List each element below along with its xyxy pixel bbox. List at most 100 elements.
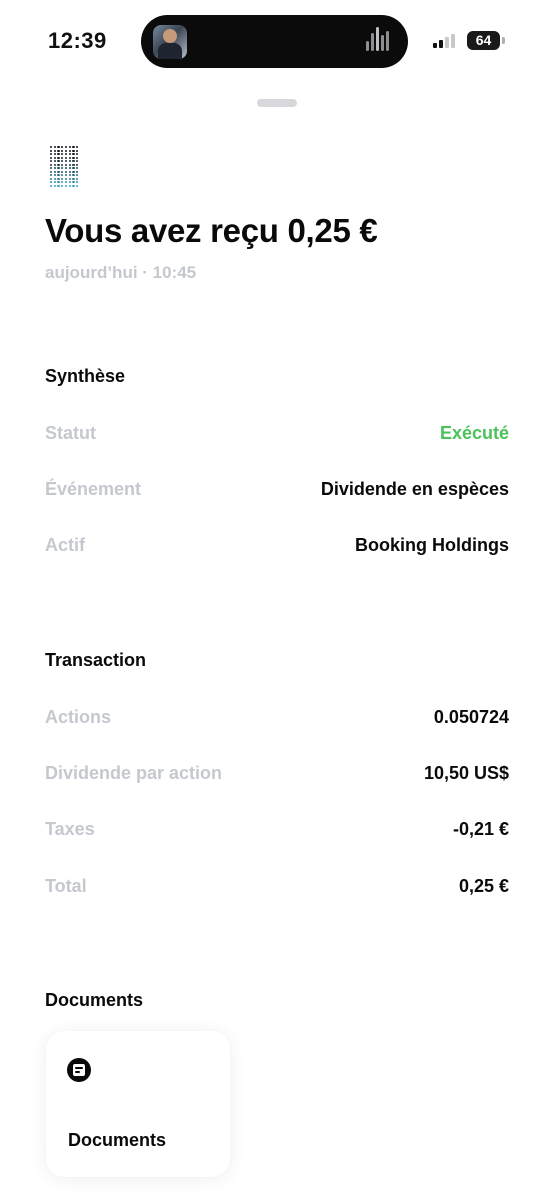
logo-dot bbox=[57, 146, 60, 149]
logo-dot bbox=[72, 153, 75, 156]
logo-dot bbox=[50, 149, 53, 152]
logo-dot bbox=[72, 167, 75, 170]
document-icon bbox=[67, 1058, 91, 1082]
logo-dot bbox=[53, 177, 57, 180]
logo-dot bbox=[75, 167, 79, 170]
logo-dot bbox=[61, 146, 64, 149]
transaction-detail-screen: 12:39 64 Vous avez reçu 0,25 € aujourd’h… bbox=[0, 0, 554, 1200]
logo-dot bbox=[53, 174, 57, 177]
row-total: Total 0,25 € bbox=[45, 876, 509, 900]
logo-dot bbox=[75, 146, 79, 149]
logo-dot bbox=[68, 153, 71, 156]
logo-dot bbox=[75, 153, 79, 156]
dynamic-island[interactable] bbox=[141, 15, 408, 68]
section-title-synthese: Synthèse bbox=[45, 366, 126, 386]
row-label: Événement bbox=[45, 479, 142, 499]
transaction-datetime: aujourd’hui · 10:45 bbox=[45, 263, 197, 282]
row-value: 0,25 € bbox=[458, 876, 509, 896]
logo-dot bbox=[72, 174, 75, 177]
logo-dot bbox=[50, 163, 53, 166]
logo-dot bbox=[61, 149, 64, 152]
logo-dot bbox=[64, 160, 68, 163]
logo-dot bbox=[53, 163, 57, 166]
logo-dot bbox=[68, 149, 71, 152]
logo-dot bbox=[53, 184, 57, 187]
logo-dot bbox=[50, 160, 53, 163]
cellular-signal-icon bbox=[433, 34, 461, 48]
logo-dot bbox=[61, 170, 64, 173]
battery-tip bbox=[502, 37, 505, 44]
logo-dot bbox=[75, 156, 79, 159]
logo-dot bbox=[61, 153, 64, 156]
page-title: Vous avez reçu 0,25 € bbox=[45, 212, 378, 249]
row-label: Dividende par action bbox=[45, 763, 223, 783]
logo-dot bbox=[50, 177, 53, 180]
logo-dot bbox=[57, 153, 60, 156]
logo-dot bbox=[68, 146, 71, 149]
row-actif[interactable]: Actif Booking Holdings bbox=[45, 535, 509, 559]
row-label: Taxes bbox=[45, 819, 95, 839]
logo-dot bbox=[68, 184, 71, 187]
logo-dot bbox=[50, 181, 53, 184]
row-taxes: Taxes -0,21 € bbox=[45, 819, 509, 843]
logo-dot bbox=[72, 149, 75, 152]
logo-dot bbox=[50, 170, 53, 173]
logo-dot bbox=[57, 170, 60, 173]
logo-dot bbox=[50, 184, 53, 187]
logo-dot bbox=[64, 146, 68, 149]
logo-dot bbox=[75, 177, 79, 180]
row-label: Actions bbox=[45, 707, 112, 727]
status-time: 12:39 bbox=[48, 28, 107, 53]
logo-dot bbox=[64, 149, 68, 152]
logo-dot bbox=[53, 170, 57, 173]
logo-dot bbox=[50, 146, 53, 149]
audio-waveform-icon bbox=[364, 27, 394, 57]
logo-dot bbox=[72, 177, 75, 180]
row-value: -0,21 € bbox=[452, 819, 509, 839]
logo-dot bbox=[72, 146, 75, 149]
row-evenement: Événement Dividende en espèces bbox=[45, 479, 509, 503]
logo-dot bbox=[53, 146, 57, 149]
status-value: Exécuté bbox=[439, 423, 509, 443]
logo-dot bbox=[75, 149, 79, 152]
logo-dot bbox=[72, 156, 75, 159]
logo-dot bbox=[57, 184, 60, 187]
row-value: 10,50 US$ bbox=[423, 763, 509, 783]
logo-dot bbox=[57, 174, 60, 177]
logo-dot bbox=[61, 156, 64, 159]
logo-dot bbox=[57, 181, 60, 184]
sheet-grabber[interactable] bbox=[257, 99, 297, 107]
asset-link[interactable]: Booking Holdings bbox=[355, 535, 509, 556]
documents-card[interactable]: Documents bbox=[46, 1031, 230, 1177]
logo-dot bbox=[64, 156, 68, 159]
logo-dot bbox=[50, 153, 53, 156]
logo-dot bbox=[72, 163, 75, 166]
row-label: Statut bbox=[45, 423, 96, 443]
logo-dot bbox=[75, 181, 79, 184]
logo-dot bbox=[64, 170, 68, 173]
logo-dot bbox=[50, 167, 53, 170]
logo-dot bbox=[64, 174, 68, 177]
logo-dot bbox=[53, 156, 57, 159]
logo-dot bbox=[50, 174, 53, 177]
logo-dot bbox=[72, 160, 75, 163]
row-label: Total bbox=[45, 876, 87, 896]
row-label: Actif bbox=[45, 535, 85, 555]
section-title-documents: Documents bbox=[45, 990, 144, 1010]
logo-dot bbox=[57, 177, 60, 180]
logo-dot bbox=[61, 160, 64, 163]
logo-dot bbox=[68, 167, 71, 170]
logo-dot bbox=[68, 163, 71, 166]
section-title-transaction: Transaction bbox=[45, 650, 147, 670]
logo-dot bbox=[72, 181, 75, 184]
logo-dot bbox=[68, 170, 71, 173]
logo-dot bbox=[68, 177, 71, 180]
logo-dot bbox=[64, 153, 68, 156]
logo-dot bbox=[53, 149, 57, 152]
logo-dot bbox=[61, 174, 64, 177]
logo-dot bbox=[68, 160, 71, 163]
logo-dot bbox=[64, 181, 68, 184]
logo-dot bbox=[61, 163, 64, 166]
logo-dot bbox=[57, 160, 60, 163]
row-dividende-par-action: Dividende par action 10,50 US$ bbox=[45, 763, 509, 787]
